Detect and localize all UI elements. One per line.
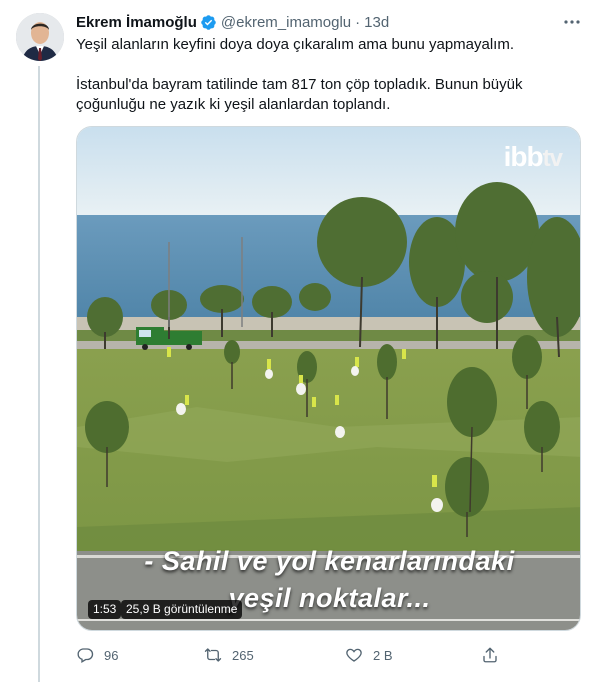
thread-line (38, 66, 40, 682)
like-count: 2 B (373, 647, 393, 663)
like-button[interactable]: 2 B (345, 645, 393, 665)
tweet-text-paragraph-2: İstanbul'da bayram tatilinde tam 817 ton… (76, 76, 523, 113)
heart-icon (346, 648, 362, 662)
reply-icon (77, 648, 94, 663)
reply-button[interactable]: 96 (76, 645, 118, 665)
retweet-count: 265 (232, 647, 254, 663)
author-handle[interactable]: @ekrem_imamoglu (221, 14, 351, 31)
retweet-icon (204, 648, 222, 662)
more-options-icon[interactable] (562, 12, 582, 32)
tweet-header: Ekrem İmamoğlu @ekrem_imamoglu · 13d (76, 12, 389, 32)
avatar[interactable] (16, 13, 64, 61)
reply-count: 96 (104, 647, 119, 663)
retweet-button[interactable]: 265 (204, 645, 254, 665)
logo-tv-text: tv (542, 145, 563, 172)
logo-ibb-text: ibb (503, 141, 544, 172)
timestamp[interactable]: 13d (364, 14, 389, 31)
author-name[interactable]: Ekrem İmamoğlu (76, 14, 197, 31)
tweet-text: Yeşil alanların keyfini doya doya çıkara… (76, 35, 581, 115)
verified-badge-icon (200, 14, 217, 31)
video-duration: 1:53 (88, 600, 122, 619)
share-button[interactable] (481, 645, 509, 665)
tweet[interactable]: Ekrem İmamoğlu @ekrem_imamoglu · 13d Yeş… (0, 0, 596, 682)
separator-dot: · (355, 13, 361, 31)
ibb-tv-logo: ibbtv (503, 141, 563, 173)
tweet-actions: 96 265 2 B (76, 645, 581, 665)
video-caption-line-1: - Sahil ve yol kenarlarındaki (144, 546, 515, 576)
video-view-count: 25,9 B görüntülenme (121, 600, 243, 619)
video-player[interactable]: ibbtv - Sahil ve yol kenarlarındaki yeşi… (76, 126, 581, 631)
share-icon (483, 647, 497, 663)
tweet-text-paragraph-1: Yeşil alanların keyfini doya doya çıkara… (76, 36, 515, 53)
